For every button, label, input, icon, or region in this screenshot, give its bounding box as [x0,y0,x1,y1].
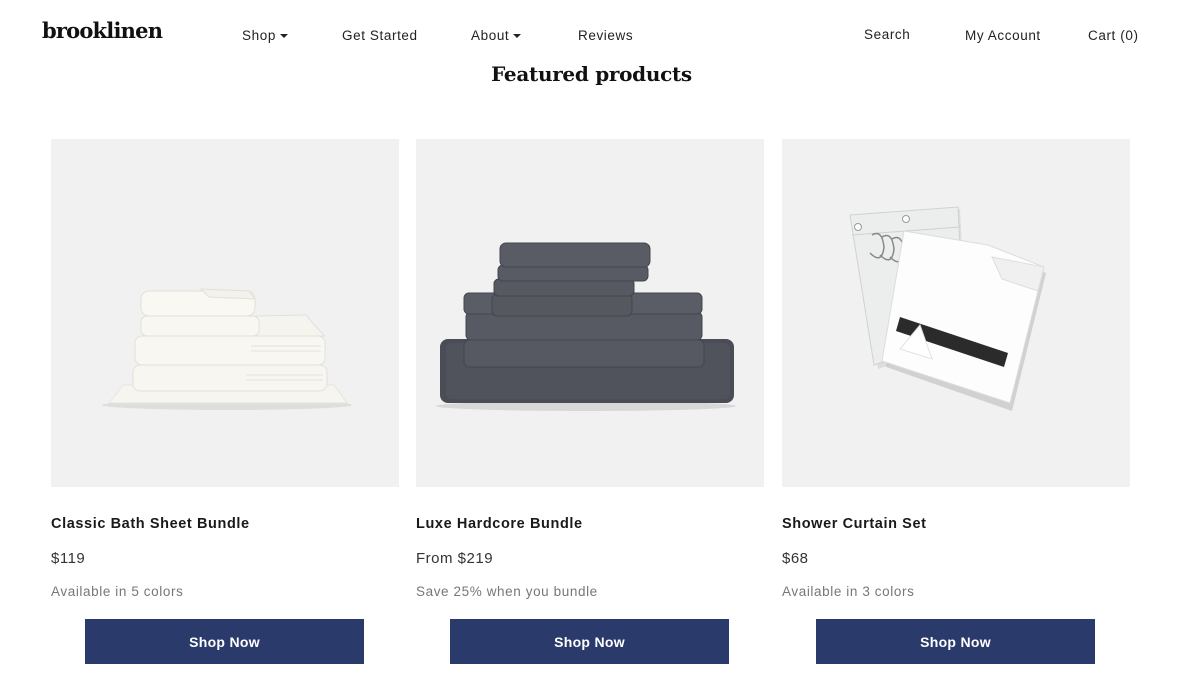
product-image-bath-sheets[interactable] [51,139,399,487]
product-price: $119 [51,550,86,567]
product-image-shower-curtain[interactable] [782,139,1130,487]
nav-about-label: About [471,28,510,43]
nav-get-started-label: Get Started [342,28,418,43]
chevron-down-icon [513,33,522,38]
account-link[interactable]: My Account [965,28,1041,43]
nav-reviews[interactable]: Reviews [578,28,633,43]
product-name[interactable]: Shower Curtain Set [782,516,927,532]
account-label: My Account [965,28,1041,43]
shop-now-button[interactable]: Shop Now [816,619,1095,664]
nav-get-started[interactable]: Get Started [342,28,418,43]
shop-now-button[interactable]: Shop Now [85,619,364,664]
product-note: Available in 5 colors [51,584,184,599]
nav-shop[interactable]: Shop [242,28,288,43]
search-link[interactable]: Search [864,27,910,42]
product-note: Save 25% when you bundle [416,584,598,599]
product-card: Shower Curtain Set $68 Available in 3 co… [782,139,1130,664]
product-note: Available in 3 colors [782,584,915,599]
search-label: Search [864,27,911,42]
nav-shop-label: Shop [242,28,276,43]
nav-about[interactable]: About [471,28,522,43]
cart-label: Cart (0) [1088,28,1139,43]
product-price: $68 [782,550,809,567]
product-card: Luxe Hardcore Bundle From $219 Save 25% … [416,139,764,664]
chevron-down-icon [279,33,288,38]
shop-now-button[interactable]: Shop Now [450,619,729,664]
product-name[interactable]: Luxe Hardcore Bundle [416,516,583,532]
section-title: Featured products [491,62,692,86]
cart-link[interactable]: Cart (0) [1088,28,1139,43]
product-card: Classic Bath Sheet Bundle $119 Available… [51,139,399,664]
nav-reviews-label: Reviews [578,28,634,43]
product-price: From $219 [416,550,494,567]
product-image-sheet-bundle[interactable] [416,139,764,487]
brand-logo[interactable]: brooklinen [42,18,163,43]
product-name[interactable]: Classic Bath Sheet Bundle [51,516,250,532]
